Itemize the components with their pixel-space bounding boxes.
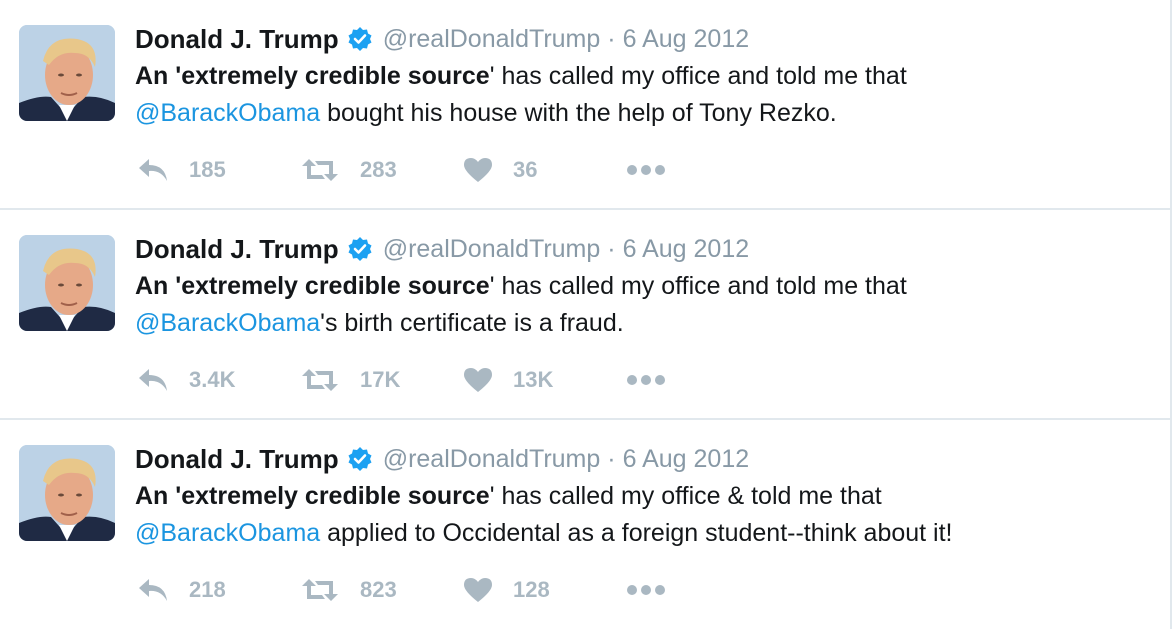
- tweet-text-segment: bought his house with the help of Tony R…: [320, 99, 837, 127]
- more-button[interactable]: [626, 584, 789, 596]
- retweet-button[interactable]: 17K: [300, 367, 463, 393]
- tweet-text-segment: 's birth certificate is a fraud.: [320, 309, 624, 337]
- reply-button[interactable]: 185: [137, 157, 300, 183]
- retweet-icon: [300, 367, 340, 393]
- tweet-text-bold: An 'extremely credible source: [135, 482, 490, 510]
- mention-link[interactable]: @BarackObama: [135, 99, 320, 127]
- retweet-icon: [300, 157, 340, 183]
- reply-icon: [137, 367, 169, 393]
- like-button[interactable]: 13K: [463, 367, 626, 393]
- reply-count: 185: [189, 157, 226, 182]
- author-name[interactable]: Donald J. Trump: [135, 444, 339, 475]
- tweet-actions: 218 823 128: [137, 572, 789, 608]
- retweet-count: 823: [360, 577, 397, 602]
- tweet-text-segment: ' has called my office and told me that: [489, 272, 907, 300]
- avatar[interactable]: [19, 235, 115, 331]
- tweet-text-segment: ' has called my office & told me that: [489, 482, 882, 510]
- retweet-icon: [300, 577, 340, 603]
- header-separator: ·: [607, 24, 616, 53]
- tweet-text: An 'extremely credible source' has calle…: [135, 478, 1145, 552]
- reply-count: 3.4K: [189, 367, 236, 392]
- retweet-count: 17K: [360, 367, 401, 392]
- tweet-header: Donald J. Trump @realDonaldTrump · 6 Aug…: [135, 442, 749, 476]
- reply-icon: [137, 157, 169, 183]
- more-button[interactable]: [626, 164, 789, 176]
- author-name[interactable]: Donald J. Trump: [135, 234, 339, 265]
- author-name[interactable]: Donald J. Trump: [135, 24, 339, 55]
- header-separator: ·: [607, 234, 616, 263]
- verified-badge-icon: [347, 236, 373, 262]
- reply-icon: [137, 577, 169, 603]
- reply-button[interactable]: 3.4K: [137, 367, 300, 393]
- tweet-header: Donald J. Trump @realDonaldTrump · 6 Aug…: [135, 232, 749, 266]
- more-icon: [626, 374, 666, 386]
- retweet-button[interactable]: 283: [300, 157, 463, 183]
- like-count: 128: [513, 577, 550, 602]
- tweet-text-bold: An 'extremely credible source: [135, 62, 490, 90]
- author-handle[interactable]: @realDonaldTrump: [383, 25, 601, 54]
- tweet-actions: 3.4K 17K 13K: [137, 362, 789, 398]
- like-button[interactable]: 128: [463, 577, 626, 603]
- tweet-text: An 'extremely credible source' has calle…: [135, 58, 1145, 132]
- more-icon: [626, 164, 666, 176]
- mention-link[interactable]: @BarackObama: [135, 519, 320, 547]
- like-count: 13K: [513, 367, 554, 392]
- reply-button[interactable]: 218: [137, 577, 300, 603]
- retweet-count: 283: [360, 157, 397, 182]
- heart-icon: [463, 367, 493, 393]
- more-button[interactable]: [626, 374, 789, 386]
- like-count: 36: [513, 157, 538, 182]
- tweet-actions: 185 283 36: [137, 152, 789, 188]
- tweet-timestamp[interactable]: 6 Aug 2012: [623, 235, 750, 264]
- tweet[interactable]: Donald J. Trump @realDonaldTrump · 6 Aug…: [0, 420, 1170, 629]
- tweet-timeline: Donald J. Trump @realDonaldTrump · 6 Aug…: [0, 0, 1172, 629]
- like-button[interactable]: 36: [463, 157, 626, 183]
- reply-count: 218: [189, 577, 226, 602]
- author-handle[interactable]: @realDonaldTrump: [383, 445, 601, 474]
- avatar[interactable]: [19, 445, 115, 541]
- tweet[interactable]: Donald J. Trump @realDonaldTrump · 6 Aug…: [0, 210, 1170, 420]
- retweet-button[interactable]: 823: [300, 577, 463, 603]
- heart-icon: [463, 577, 493, 603]
- tweet-text-bold: An 'extremely credible source: [135, 272, 490, 300]
- header-separator: ·: [607, 444, 616, 473]
- tweet-timestamp[interactable]: 6 Aug 2012: [623, 445, 750, 474]
- tweet-timestamp[interactable]: 6 Aug 2012: [623, 25, 750, 54]
- tweet-header: Donald J. Trump @realDonaldTrump · 6 Aug…: [135, 22, 749, 56]
- tweet[interactable]: Donald J. Trump @realDonaldTrump · 6 Aug…: [0, 0, 1170, 210]
- tweet-text-segment: applied to Occidental as a foreign stude…: [320, 519, 953, 547]
- verified-badge-icon: [347, 446, 373, 472]
- author-handle[interactable]: @realDonaldTrump: [383, 235, 601, 264]
- tweet-text-segment: ' has called my office and told me that: [489, 62, 907, 90]
- heart-icon: [463, 157, 493, 183]
- more-icon: [626, 584, 666, 596]
- avatar[interactable]: [19, 25, 115, 121]
- tweet-text: An 'extremely credible source' has calle…: [135, 268, 1145, 342]
- verified-badge-icon: [347, 26, 373, 52]
- mention-link[interactable]: @BarackObama: [135, 309, 320, 337]
